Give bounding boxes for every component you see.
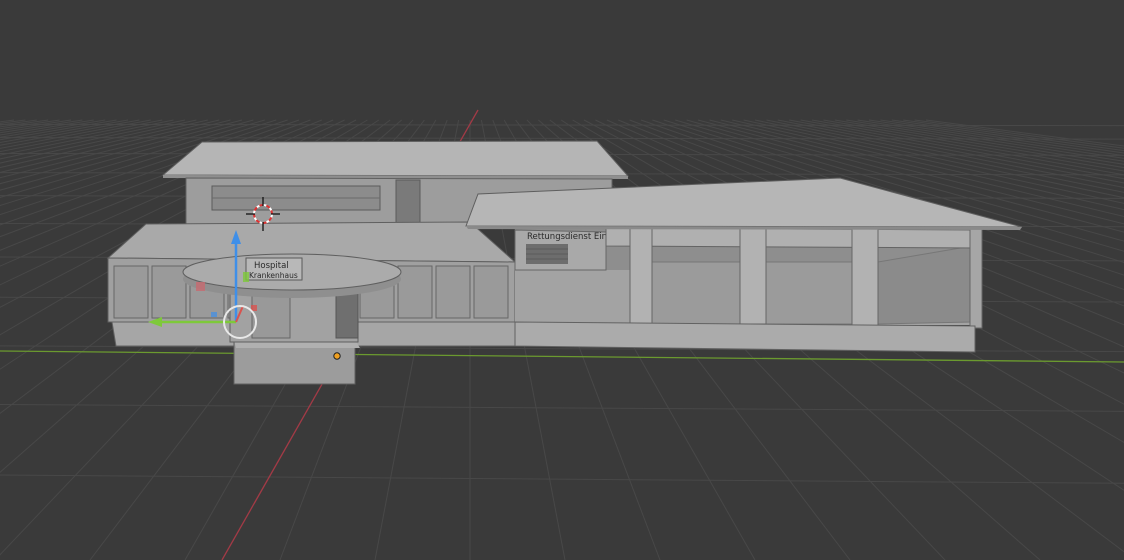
kiosk-door [335, 291, 359, 339]
garage-bay-1 [651, 261, 741, 325]
garage-pillar-4 [969, 227, 983, 329]
left-wing-window [113, 265, 149, 319]
garage-bay-2 [765, 261, 855, 325]
left-wing-window [397, 265, 433, 319]
building-model[interactable]: Rettungsdienst Einfahrt Hospital Kranken… [106, 140, 1023, 385]
kiosk-window [251, 291, 291, 339]
garage-pillar-2 [739, 227, 767, 325]
back-roof[interactable] [161, 140, 630, 177]
object-origin-point[interactable] [333, 352, 341, 360]
garage-lintel [605, 227, 976, 249]
kiosk-marker [196, 282, 205, 291]
left-wing-window [435, 265, 471, 319]
gizmo-plane-xz[interactable] [243, 272, 249, 282]
back-door [395, 179, 421, 229]
garage-pillar-3 [851, 227, 879, 327]
garage-slab [514, 321, 976, 353]
kiosk-sign-line-2: Krankenhaus [249, 271, 298, 280]
3d-viewport[interactable]: Rettungsdienst Einfahrt Hospital Kranken… [0, 0, 1124, 560]
x-axis-line [0, 350, 1124, 363]
garage-pillar-1 [629, 227, 653, 325]
left-wing-window [151, 265, 187, 319]
gizmo-plane-yz[interactable] [211, 312, 217, 317]
left-wing-window [473, 265, 509, 319]
kiosk-sign-line-1: Hospital [254, 261, 289, 271]
